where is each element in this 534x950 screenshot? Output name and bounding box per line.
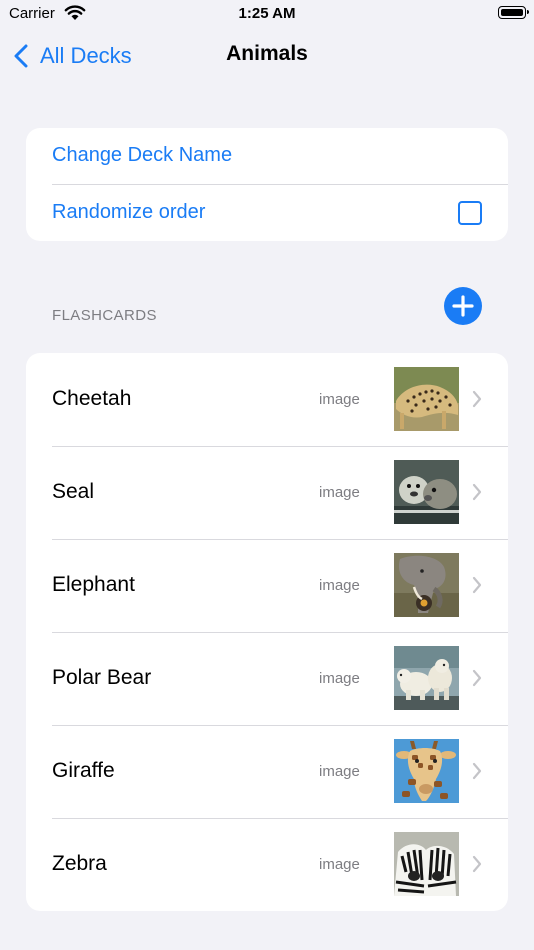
flashcard-type: image	[319, 856, 360, 873]
chevron-right-icon	[472, 576, 482, 594]
giraffe-thumbnail	[394, 739, 459, 803]
flashcard-type: image	[319, 763, 360, 780]
chevron-right-icon	[472, 390, 482, 408]
randomize-order-label: Randomize order	[52, 201, 206, 223]
status-bar: Carrier 1:25 AM	[0, 0, 534, 28]
randomize-order-row[interactable]: Randomize order	[26, 185, 508, 241]
flashcard-row[interactable]: Cheetah image	[26, 353, 508, 446]
chevron-right-icon	[472, 855, 482, 873]
zebra-thumbnail	[394, 832, 459, 896]
flashcard-name: Polar Bear	[52, 666, 152, 689]
flashcard-row[interactable]: Zebra image	[26, 818, 508, 911]
flashcard-row[interactable]: Elephant image	[26, 539, 508, 632]
flashcard-row[interactable]: Giraffe image	[26, 725, 508, 818]
flashcard-type: image	[319, 670, 360, 687]
change-deck-name-button[interactable]: Change Deck Name	[52, 144, 232, 167]
chevron-right-icon	[472, 762, 482, 780]
chevron-right-icon	[472, 483, 482, 501]
change-deck-name-row[interactable]: Change Deck Name	[26, 128, 508, 184]
flashcard-type: image	[319, 484, 360, 501]
navigation-bar: All Decks Animals	[0, 28, 534, 82]
polar-bear-thumbnail	[394, 646, 459, 710]
clock: 1:25 AM	[238, 5, 296, 22]
flashcard-name: Seal	[52, 480, 95, 503]
flashcard-name: Cheetah	[52, 387, 132, 410]
flashcards-list: Cheetah image Seal image Elephant image …	[26, 353, 508, 911]
seal-thumbnail	[394, 460, 459, 524]
flashcard-type: image	[319, 391, 360, 408]
flashcard-row[interactable]: Polar Bear image	[26, 632, 508, 725]
add-flashcard-button[interactable]	[444, 287, 482, 325]
flashcards-section-header: FLASHCARDS	[52, 307, 157, 324]
flashcard-name: Elephant	[52, 573, 135, 596]
chevron-right-icon	[472, 669, 482, 687]
flashcard-name: Zebra	[52, 852, 107, 875]
flashcard-name: Giraffe	[52, 759, 115, 782]
battery-icon	[498, 6, 529, 19]
cheetah-thumbnail	[394, 367, 459, 431]
flashcard-type: image	[319, 577, 360, 594]
flashcard-row[interactable]: Seal image	[26, 446, 508, 539]
deck-settings-card: Change Deck Name Randomize order	[26, 128, 508, 241]
plus-icon	[452, 295, 474, 317]
randomize-order-checkbox[interactable]	[458, 201, 482, 225]
page-title: Animals	[226, 42, 308, 65]
elephant-thumbnail	[394, 553, 459, 617]
